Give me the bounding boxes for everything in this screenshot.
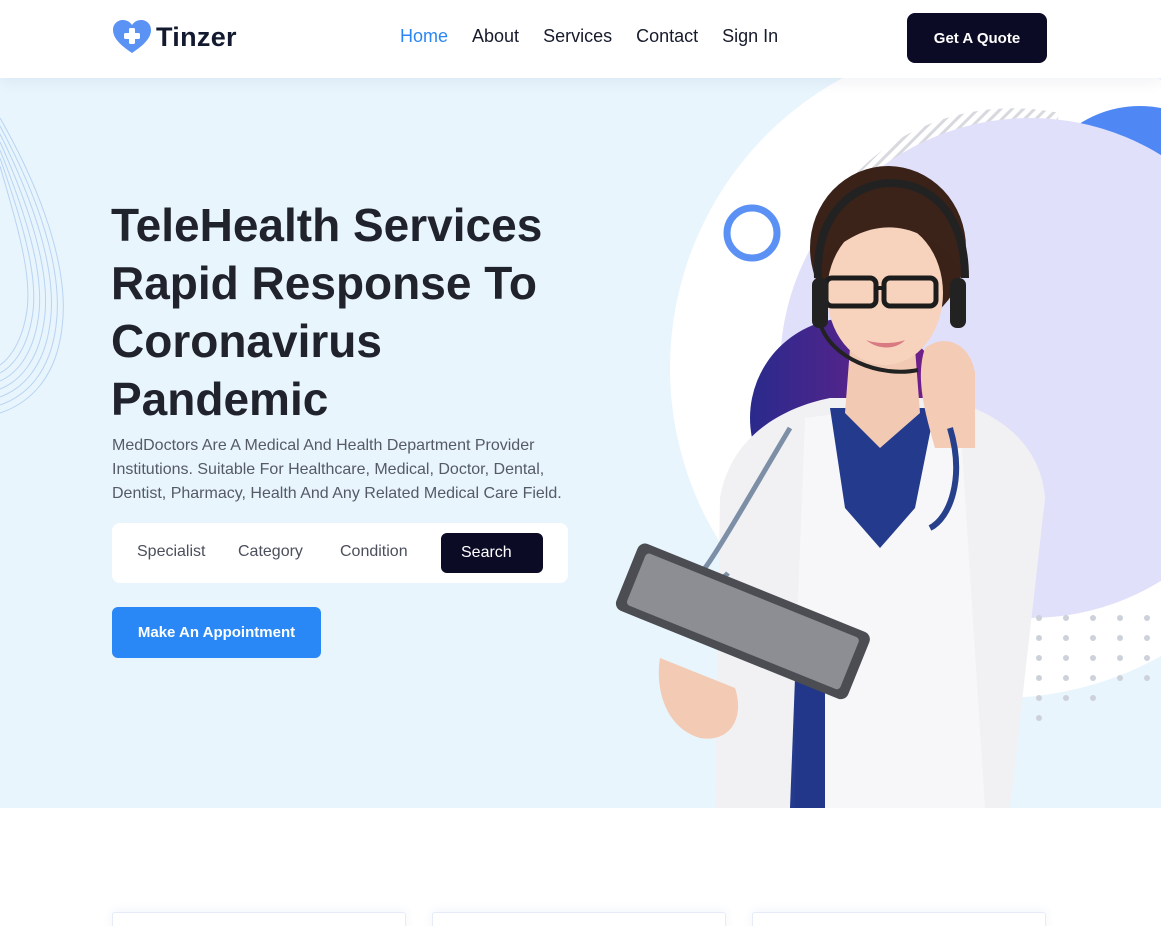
make-appointment-button[interactable]: Make An Appointment	[112, 607, 321, 658]
headline-line-2: Rapid Response To	[111, 257, 537, 309]
search-button[interactable]: Search	[441, 533, 543, 573]
nav-services[interactable]: Services	[543, 26, 612, 47]
specialist-select[interactable]: Specialist	[137, 543, 205, 561]
brand-name: Tinzer	[156, 21, 237, 52]
heart-plus-icon	[113, 20, 151, 53]
main-nav: Home About Services Contact Sign In	[400, 26, 778, 47]
get-a-quote-button[interactable]: Get A Quote	[907, 13, 1047, 63]
hero-headline: TeleHealth Services Rapid Response To Co…	[111, 196, 591, 428]
headline-line-1: TeleHealth Services	[111, 199, 543, 251]
headline-line-3: Coronavirus	[111, 315, 382, 367]
nav-contact[interactable]: Contact	[636, 26, 698, 47]
category-select[interactable]: Category	[238, 543, 303, 561]
logo[interactable]: Tinzer	[112, 18, 237, 56]
headline-line-4: Pandemic	[111, 373, 329, 425]
service-card	[432, 912, 726, 926]
service-card	[752, 912, 1046, 926]
hero-description: MedDoctors Are A Medical And Health Depa…	[112, 437, 562, 502]
nav-about[interactable]: About	[472, 26, 519, 47]
site-header: Tinzer Home About Services Contact Sign …	[0, 0, 1161, 78]
hero-section: TeleHealth Services Rapid Response To Co…	[0, 78, 1161, 808]
condition-select[interactable]: Condition	[340, 543, 408, 561]
search-bar: Specialist Category Condition Search	[112, 523, 568, 583]
service-card	[112, 912, 406, 926]
nav-sign-in[interactable]: Sign In	[722, 26, 778, 47]
wave-lines-decoration	[0, 117, 64, 414]
nav-home[interactable]: Home	[400, 26, 448, 47]
